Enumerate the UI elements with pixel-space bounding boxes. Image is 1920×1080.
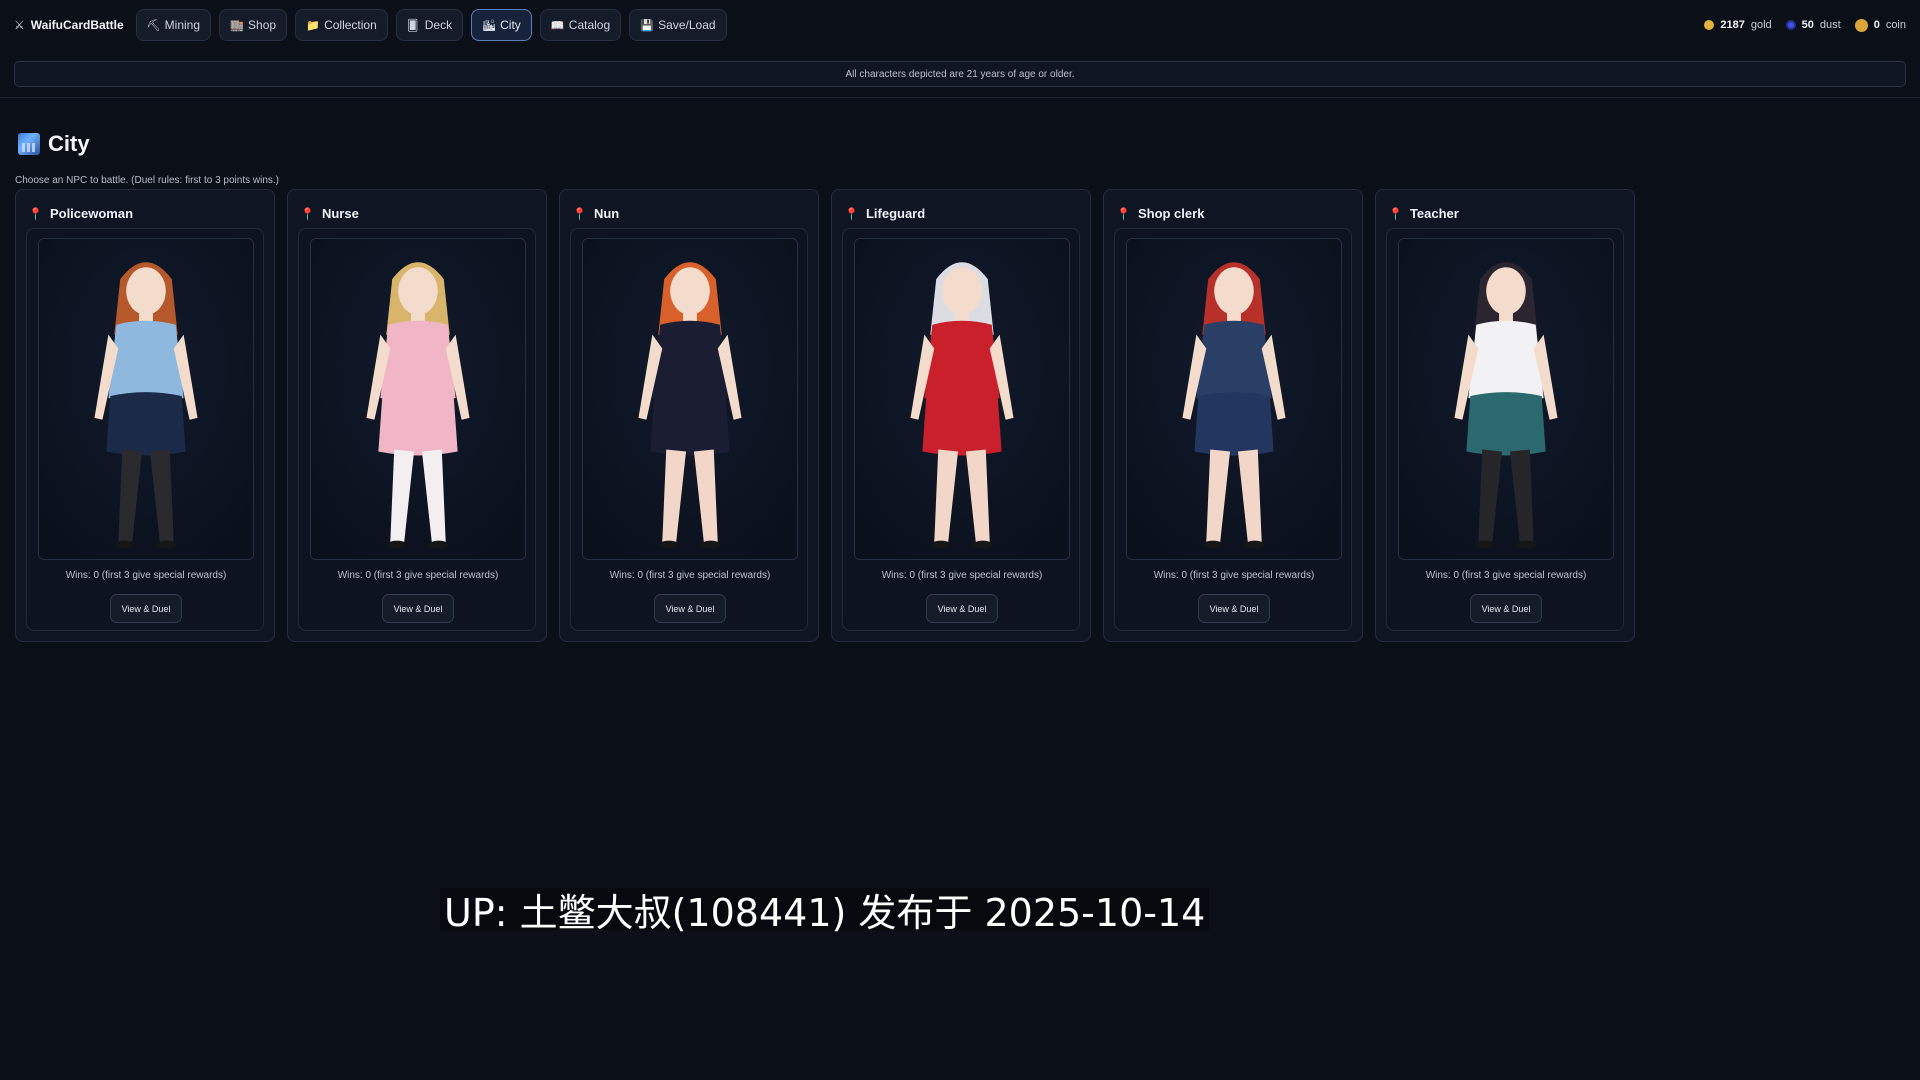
header-divider [0, 97, 1920, 98]
dust-balance: 50 dust [1785, 19, 1841, 31]
nav-label: Catalog [568, 18, 611, 32]
coin-label: coin [1885, 19, 1906, 31]
npc-card-teacher: 📍 Teacher Wins: 0 (first 3 give special … [1375, 189, 1635, 642]
nav-mining-button[interactable]: ⛏ Mining [135, 9, 212, 41]
npc-name: Nurse [321, 206, 359, 221]
npc-name: Teacher [1409, 206, 1459, 221]
npc-wins-text: Wins: 0 (first 3 give special rewards) [1425, 570, 1587, 581]
npc-portrait [582, 238, 798, 560]
npc-card-header: 📍 Lifeguard [844, 206, 925, 221]
nav-collection-button[interactable]: 📁 Collection [295, 9, 388, 41]
page-title: City [48, 131, 90, 156]
nav-label: Save/Load [658, 18, 716, 32]
view-duel-button[interactable]: View & Duel [110, 594, 182, 623]
dust-amount: 50 [1801, 19, 1814, 31]
map-pin-icon: 📍 [300, 206, 315, 221]
npc-card-header: 📍 Teacher [1388, 206, 1459, 221]
npc-portrait [1398, 238, 1614, 560]
map-pin-icon: 📍 [1388, 206, 1403, 221]
nav-label: Mining [164, 18, 201, 32]
npc-wins-text: Wins: 0 (first 3 give special rewards) [337, 570, 499, 581]
dust-orb-icon [1785, 20, 1796, 30]
npc-name: Shop clerk [1137, 206, 1205, 221]
npc-card-body: Wins: 0 (first 3 give special rewards) V… [842, 228, 1080, 631]
npc-card-nurse: 📍 Nurse Wins: 0 (first 3 give special re… [287, 189, 547, 642]
view-duel-button[interactable]: View & Duel [654, 594, 726, 623]
nav-label: Shop [248, 18, 277, 32]
currency-display: 2187 gold 50 dust 0 coin [1704, 18, 1906, 32]
view-duel-button[interactable]: View & Duel [382, 594, 454, 623]
npc-card-body: Wins: 0 (first 3 give special rewards) V… [298, 228, 536, 631]
crossed-swords-icon: ⚔ [14, 18, 25, 32]
catalog-icon: 📖 [550, 19, 565, 32]
map-pin-icon: 📍 [844, 206, 859, 221]
npc-card-policewoman: 📍 Policewoman Wins: 0 (first 3 give spec… [15, 189, 275, 642]
npc-card-list: 📍 Policewoman Wins: 0 (first 3 give spec… [15, 189, 1635, 642]
coin-icon [1854, 18, 1868, 32]
view-duel-button[interactable]: View & Duel [1470, 594, 1542, 623]
npc-card-header: 📍 Nun [572, 206, 619, 221]
npc-card-body: Wins: 0 (first 3 give special rewards) V… [26, 228, 264, 631]
npc-wins-text: Wins: 0 (first 3 give special rewards) [609, 570, 771, 581]
npc-card-header: 📍 Policewoman [28, 206, 133, 221]
nav-catalog-button[interactable]: 📖 Catalog [539, 9, 622, 41]
view-duel-button[interactable]: View & Duel [926, 594, 998, 623]
main-nav: ⛏ Mining 🏬 Shop 📁 Collection 🂠 Deck 🏙 City 📖 Catalo… [135, 9, 727, 41]
npc-portrait [310, 238, 526, 560]
npc-card-body: Wins: 0 (first 3 give special rewards) V… [1386, 228, 1624, 631]
brand-name: WaifuCardBattle [30, 18, 124, 32]
gold-balance: 2187 gold [1704, 19, 1772, 31]
gold-coin-icon [1704, 20, 1715, 30]
page-subtitle: Choose an NPC to battle. (Duel rules: fi… [15, 175, 280, 186]
npc-wins-text: Wins: 0 (first 3 give special rewards) [65, 570, 227, 581]
save-icon: 💾 [640, 19, 654, 32]
npc-card-lifeguard: 📍 Lifeguard Wins: 0 (first 3 give specia… [831, 189, 1091, 642]
pickaxe-icon: ⛏ [146, 19, 161, 32]
nav-label: Deck [424, 18, 453, 32]
coin-balance: 0 coin [1854, 18, 1906, 32]
npc-card-header: 📍 Shop clerk [1116, 206, 1204, 221]
view-duel-button[interactable]: View & Duel [1198, 594, 1270, 623]
npc-wins-text: Wins: 0 (first 3 give special rewards) [881, 570, 1043, 581]
folder-icon: 📁 [306, 19, 320, 32]
nav-deck-button[interactable]: 🂠 Deck [395, 9, 464, 41]
npc-name: Policewoman [49, 206, 134, 221]
npc-card-nun: 📍 Nun Wins: 0 (first 3 give special rewa… [559, 189, 819, 642]
gold-amount: 2187 [1720, 19, 1745, 31]
nav-city-button[interactable]: 🏙 City [471, 9, 532, 41]
map-pin-icon: 📍 [1116, 206, 1131, 221]
gold-label: gold [1750, 19, 1772, 31]
dust-label: dust [1819, 19, 1841, 31]
npc-wins-text: Wins: 0 (first 3 give special rewards) [1153, 570, 1315, 581]
npc-portrait [38, 238, 254, 560]
age-notice-banner: All characters depicted are 21 years of … [14, 61, 1906, 87]
store-icon: 🏬 [230, 19, 244, 32]
city-icon [18, 133, 40, 155]
npc-card-header: 📍 Nurse [300, 206, 359, 221]
deck-icon: 🂠 [407, 19, 419, 32]
nav-shop-button[interactable]: 🏬 Shop [219, 9, 288, 41]
video-uploader-overlay: UP: 土鳖大叔(108441) 发布于 2025-10-14 [440, 888, 1210, 935]
npc-card-body: Wins: 0 (first 3 give special rewards) V… [570, 228, 808, 631]
coin-amount: 0 [1873, 19, 1880, 31]
npc-card-body: Wins: 0 (first 3 give special rewards) V… [1114, 228, 1352, 631]
city-icon: 🏙 [482, 19, 497, 32]
npc-card-shop-clerk: 📍 Shop clerk Wins: 0 (first 3 give speci… [1103, 189, 1363, 642]
npc-name: Lifeguard [865, 206, 926, 221]
npc-portrait [1126, 238, 1342, 560]
map-pin-icon: 📍 [572, 206, 587, 221]
nav-label: City [500, 18, 521, 32]
nav-label: Collection [324, 18, 377, 32]
page-header: City [18, 131, 90, 157]
top-nav-bar: ⚔ WaifuCardBattle ⛏ Mining 🏬 Shop 📁 Collectio… [0, 0, 1920, 50]
npc-name: Nun [593, 206, 620, 221]
npc-portrait [854, 238, 1070, 560]
map-pin-icon: 📍 [28, 206, 43, 221]
nav-save-load-button[interactable]: 💾 Save/Load [629, 9, 727, 41]
brand[interactable]: ⚔ WaifuCardBattle [14, 18, 124, 32]
